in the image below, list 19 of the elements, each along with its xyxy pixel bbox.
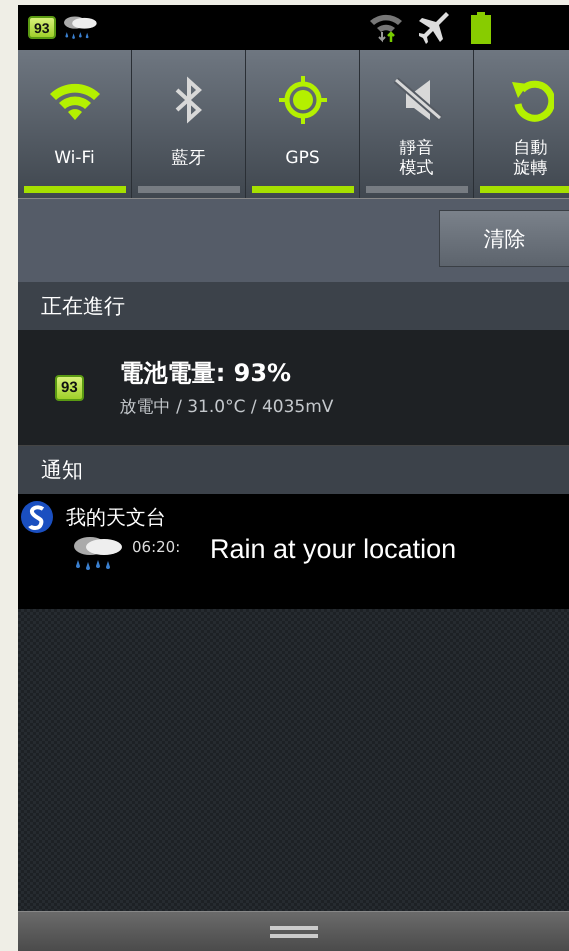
section-header: 正在進行 (41, 293, 125, 320)
toggle-label[interactable]: GPS (285, 148, 320, 168)
toggle-label[interactable]: 靜音模式 (394, 138, 438, 178)
toggle-label[interactable]: 藍牙 (172, 148, 206, 168)
clear-button[interactable]: 清除 (439, 210, 569, 267)
battery-level-badge: 93 (55, 374, 84, 400)
notification-message: Rain at your location (210, 534, 456, 565)
drag-handle-icon[interactable] (270, 924, 318, 938)
battery-icon (471, 12, 491, 44)
battery-level-badge: 93 (28, 16, 56, 39)
gps-icon (276, 74, 328, 126)
toggle-label[interactable]: Wi-Fi (54, 148, 95, 168)
app-name: 我的天文台 (66, 504, 166, 530)
app-logo-icon (20, 500, 54, 534)
notification-time: 06:20: (132, 538, 182, 556)
section-header: 通知 (41, 457, 83, 484)
notification-subtitle: 放電中 / 31.0°C / 4035mV (120, 396, 334, 418)
notification-title: 電池電量: 93% (120, 358, 292, 389)
toggle-label[interactable]: 自動旋轉 (508, 138, 552, 178)
